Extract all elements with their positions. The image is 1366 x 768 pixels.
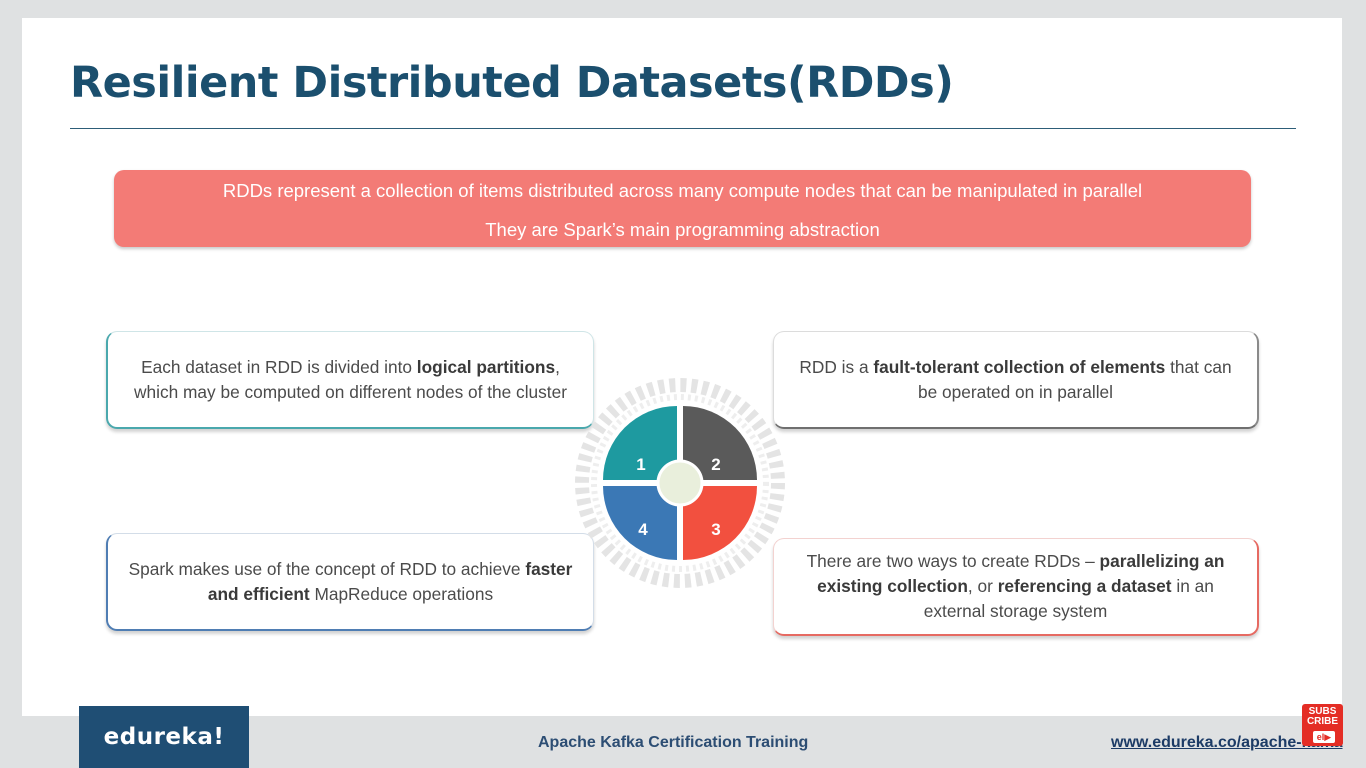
point-2-bold: fault-tolerant collection of elements xyxy=(873,356,1166,377)
subscribe-button[interactable]: SUBS CRIBE el▶ xyxy=(1302,704,1343,746)
summary-banner: RDDs represent a collection of items dis… xyxy=(114,170,1251,247)
edureka-logo: edureka! xyxy=(79,706,249,768)
course-name: Apache Kafka Certification Training xyxy=(538,734,809,751)
point-4-pre: Spark makes use of the concept of RDD to… xyxy=(128,558,526,579)
point-3-pre: There are two ways to create RDDs – xyxy=(806,551,1100,571)
quadrant-3-label: 3 xyxy=(711,520,720,539)
point-3-mid: , or xyxy=(967,576,998,596)
title-divider xyxy=(70,128,1296,129)
point-3-bold-2: referencing a dataset xyxy=(997,576,1172,596)
point-4-post: MapReduce operations xyxy=(309,583,494,604)
slide-title: Resilient Distributed Datasets(RDDs) xyxy=(70,58,954,108)
point-box-4: Spark makes use of the concept of RDD to… xyxy=(106,533,594,631)
point-1-pre: Each dataset in RDD is divided into xyxy=(141,356,417,377)
banner-line-2: They are Spark’s main programming abstra… xyxy=(485,219,880,240)
point-2-pre: RDD is a xyxy=(799,356,874,377)
point-1-bold: logical partitions xyxy=(416,356,556,377)
quadrant-1-label: 1 xyxy=(636,455,645,474)
point-box-3: There are two ways to create RDDs – para… xyxy=(773,538,1259,636)
play-icon: el▶ xyxy=(1313,731,1335,743)
quadrant-2-label: 2 xyxy=(711,455,720,474)
banner-line-1: RDDs represent a collection of items dis… xyxy=(222,180,1143,201)
point-3-text: There are two ways to create RDDs – para… xyxy=(774,549,1257,624)
diagram-hub xyxy=(656,459,704,507)
quadrant-4-label: 4 xyxy=(638,520,648,539)
point-box-1: Each dataset in RDD is divided into logi… xyxy=(106,331,594,429)
rdd-quadrant-diagram: 1 2 3 4 xyxy=(575,378,785,588)
point-box-2: RDD is a fault-tolerant collection of el… xyxy=(773,331,1259,429)
point-4-text: Spark makes use of the concept of RDD to… xyxy=(108,557,593,607)
subscribe-line-2: CRIBE xyxy=(1306,716,1339,727)
point-1-text: Each dataset in RDD is divided into logi… xyxy=(108,355,593,405)
slide: Resilient Distributed Datasets(RDDs) RDD… xyxy=(22,18,1342,716)
point-2-text: RDD is a fault-tolerant collection of el… xyxy=(774,355,1257,405)
